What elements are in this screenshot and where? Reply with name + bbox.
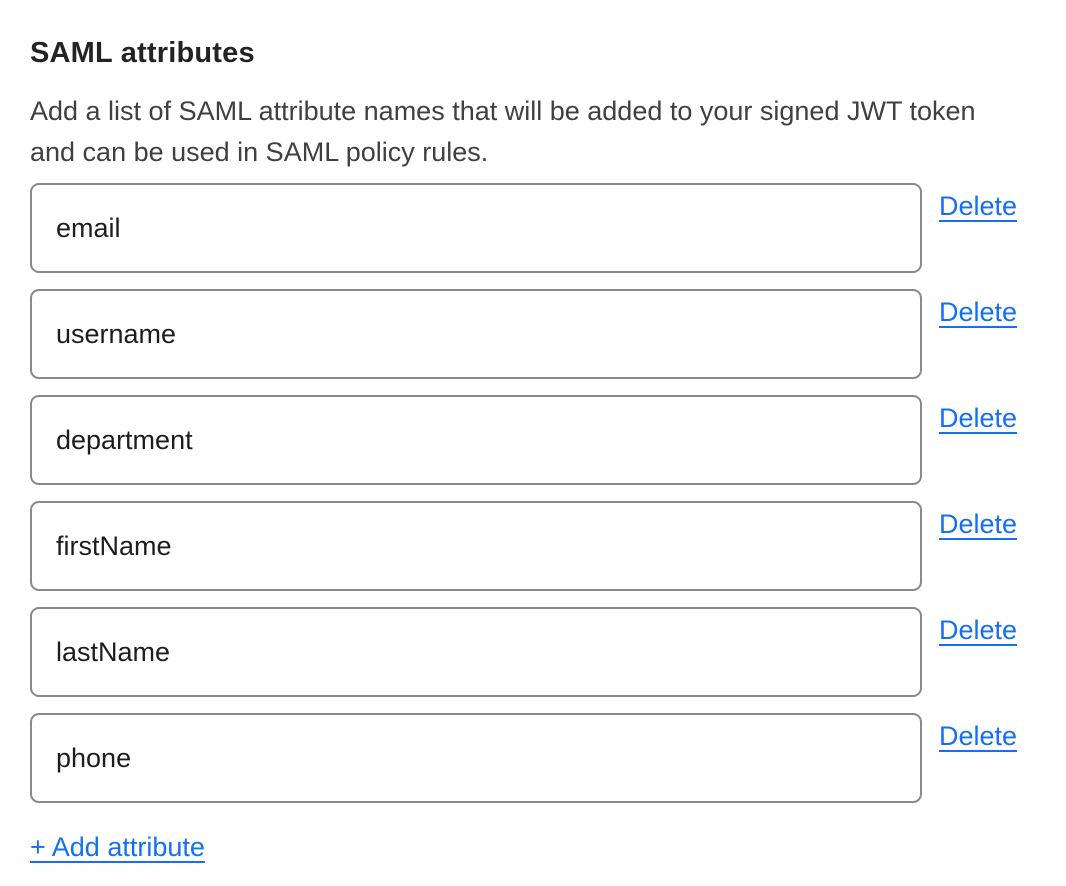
add-attribute-row: + Add attribute — [30, 831, 1023, 863]
delete-cell: Delete — [939, 183, 1017, 222]
attribute-input[interactable] — [30, 501, 922, 591]
add-attribute-link[interactable]: + Add attribute — [30, 832, 205, 862]
delete-link[interactable]: Delete — [939, 615, 1017, 645]
page-title: SAML attributes — [30, 36, 1023, 70]
attribute-row: Delete — [30, 183, 1023, 273]
attribute-row: Delete — [30, 501, 1023, 591]
attribute-row: Delete — [30, 713, 1023, 803]
delete-cell: Delete — [939, 713, 1017, 752]
delete-cell: Delete — [939, 607, 1017, 646]
delete-link[interactable]: Delete — [939, 721, 1017, 751]
saml-attributes-section: SAML attributes Add a list of SAML attri… — [0, 0, 1066, 863]
attribute-input[interactable] — [30, 713, 922, 803]
attribute-row: Delete — [30, 289, 1023, 379]
attribute-rows: Delete Delete Delete Delete Delete Delet… — [30, 183, 1023, 803]
delete-link[interactable]: Delete — [939, 297, 1017, 327]
attribute-input[interactable] — [30, 289, 922, 379]
page-description: Add a list of SAML attribute names that … — [30, 91, 1023, 173]
delete-link[interactable]: Delete — [939, 509, 1017, 539]
attribute-row: Delete — [30, 607, 1023, 697]
attribute-input[interactable] — [30, 607, 922, 697]
attribute-input[interactable] — [30, 183, 922, 273]
delete-cell: Delete — [939, 501, 1017, 540]
attribute-input[interactable] — [30, 395, 922, 485]
delete-link[interactable]: Delete — [939, 403, 1017, 433]
delete-cell: Delete — [939, 395, 1017, 434]
delete-link[interactable]: Delete — [939, 191, 1017, 221]
attribute-row: Delete — [30, 395, 1023, 485]
delete-cell: Delete — [939, 289, 1017, 328]
